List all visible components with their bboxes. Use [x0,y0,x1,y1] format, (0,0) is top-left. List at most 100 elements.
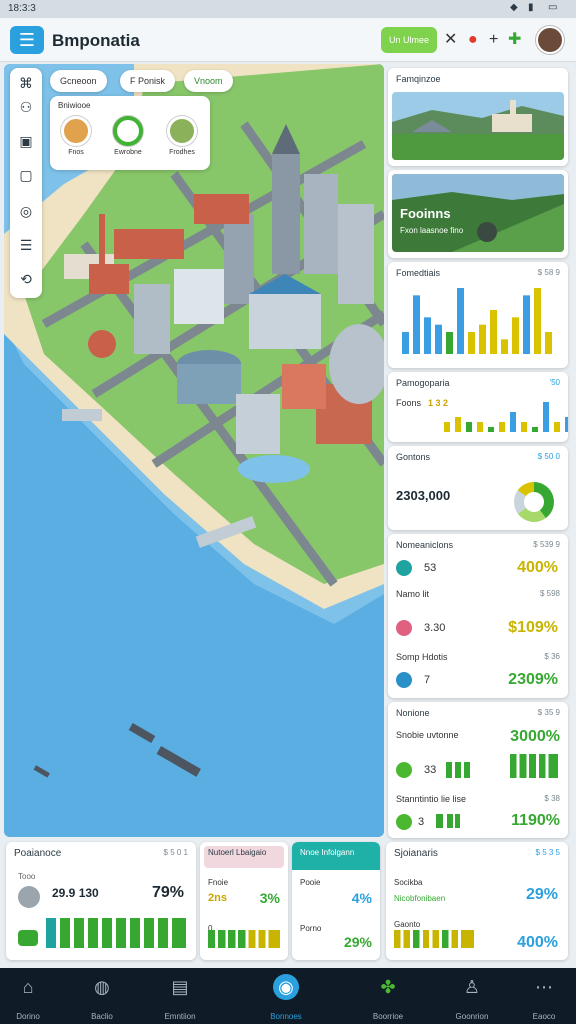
group-icon[interactable]: ⚇ [10,94,42,120]
metric-num: 7 [424,674,431,686]
locate-icon[interactable]: ◎ [10,198,42,224]
population-bar-chart [444,402,568,432]
network-card[interactable]: Nutoerl Lbaigaio Fnoie 2ns 3% 0 [200,842,288,960]
avatar[interactable] [536,26,564,54]
nav-home[interactable]: ⌂ Dorino [0,974,64,1021]
network-num: 2ns [208,892,227,904]
growth-mini-bars [446,762,470,778]
bar-7 [521,422,527,432]
card-title: Poaianoce [14,848,62,859]
growth-num: 33 [424,764,437,776]
growth-pct: 3000% [510,728,560,745]
app-bar: ☰ Bmponatia Un Ulmee ✕ ● + ✚ [0,18,576,62]
nav-label: Boorrioe [372,1012,404,1021]
puzzle-icon[interactable]: ✚ [508,30,521,50]
info-label: Pooie [300,878,321,887]
scenario-bars [394,930,474,948]
metric-icon [396,672,412,688]
metrics-card[interactable]: Nomeaniclons $ 539 9 53 400% Namo lit $ … [388,534,568,698]
filter-chip-1[interactable]: Gcneoon [50,70,107,92]
map-icon: ◉ [273,974,299,1000]
pin-icon[interactable]: ● [468,30,478,50]
layer-option-3[interactable]: Frodhes [160,116,204,156]
growth-card[interactable]: Nonione $ 35 9 Snobie uvtonne 3000% 33 S… [388,702,568,838]
park-photo-title: Fooinns [400,206,451,221]
overview-bars [46,918,186,948]
overview-card[interactable]: Poaianoce $ 5 0 1 Tooo 29.9 130 79% [6,842,196,960]
scenario-sub: Nicobfonibaen [394,894,446,903]
bar-11 [565,417,568,432]
chat-icon[interactable]: ▢ [10,162,42,188]
layer-panel: Bniwiooe Fnos Ewrobne Frodhes [50,96,210,170]
layer-option-1[interactable]: Fnos [54,116,98,156]
overview-amount: 29.9 130 [52,886,99,900]
building-icon[interactable]: ▣ [10,128,42,154]
card-title: Nonione [396,708,430,718]
metric-num: 3.30 [424,622,446,634]
metric-pct: 400% [517,559,558,576]
metric-num: 53 [424,562,437,574]
bar-9 [501,339,508,354]
card-value: $ 35 9 [537,708,560,717]
nav-label: Bonnoes [270,1012,302,1021]
nav-explore[interactable]: ◍ Baclio [66,974,138,1021]
card-title: Nomeaniclons [396,540,454,550]
bar-8 [532,427,538,432]
stats-bar-card[interactable]: Fomedtiais $ 58 9 [388,262,568,368]
bar-2 [424,317,431,354]
layer-thumb-icon [113,116,143,146]
battery-icon: ▭ [548,2,558,13]
scenario-pct-2: 400% [517,934,558,951]
nav-label: Dorino [16,1012,40,1021]
landmark-photo [392,92,564,160]
layer-panel-title: Bniwiooe [58,101,91,110]
growth-num: 3 [418,816,425,828]
plus-icon[interactable]: + [489,30,498,50]
metric-pct: 2309% [508,671,558,688]
layers-icon[interactable]: ⌘ [10,70,42,96]
layer-thumb-icon [61,116,91,146]
metric-value: $ 598 [539,589,560,598]
city-map[interactable] [4,64,384,837]
stats-bar-chart [402,288,552,354]
growth-icon [396,762,412,778]
route-icon[interactable]: ✕ [444,30,457,50]
card-value: $ 5 3 5 [535,848,560,857]
scenario-label-2: Gaonto [394,920,421,929]
sync-icon[interactable]: ⟲ [10,266,42,292]
info-card[interactable]: Nnoe Infolgann Pooie 4% Porno 29% [292,842,380,960]
nav-map[interactable]: ◉ Bonnoes [250,974,322,1021]
list-icon[interactable]: ☰ [10,232,42,258]
overview-pct: 79% [151,884,184,901]
bar-2 [466,422,472,432]
park-card[interactable]: Fooinns Fxon laasnoe fino [388,170,568,258]
bar-10 [554,422,560,432]
filter-chip-2[interactable]: F Ponisk [120,70,176,92]
metric-label: Namo lit [396,589,430,599]
population-card[interactable]: Pamogoparia '50 Foons 1 3 2 [388,372,568,442]
metric-value: $ 36 [544,652,560,661]
layer-option-label: Ewrobne [114,149,142,156]
network-label: Fnoie [208,878,229,887]
growth-mini-bars [436,814,460,828]
layer-option-2[interactable]: Ewrobne [106,116,150,156]
scenario-pct: 29% [525,886,558,903]
landmark-card[interactable]: Famqinzoe [388,68,568,166]
filter-chip-3[interactable]: Vnoom [184,70,233,92]
metric-icon [396,620,412,636]
bar-13 [545,332,552,354]
menu-button[interactable]: ☰ [10,26,44,54]
scenarios-card[interactable]: Sjoianaris $ 5 3 5 Socikba Nicobfonibaen… [386,842,568,960]
bar-8 [490,310,497,354]
contents-card[interactable]: Gontons $ 50 0 2303,000 [388,446,568,530]
bar-0 [444,422,450,432]
nav-reports[interactable]: ▤ Emntiion [144,974,216,1021]
info-num-2: 29% [343,934,372,950]
nav-more[interactable]: ⋯ Eaoco [508,974,576,1021]
nav-profile[interactable]: ♙ Goonrion [436,974,508,1021]
bar-1 [455,417,461,432]
mode-pill-button[interactable]: Un Ulmee [381,27,437,53]
info-num: 4% [351,890,372,906]
nav-community[interactable]: ✤ Boorrioe [352,974,424,1021]
bar-9 [543,402,549,432]
